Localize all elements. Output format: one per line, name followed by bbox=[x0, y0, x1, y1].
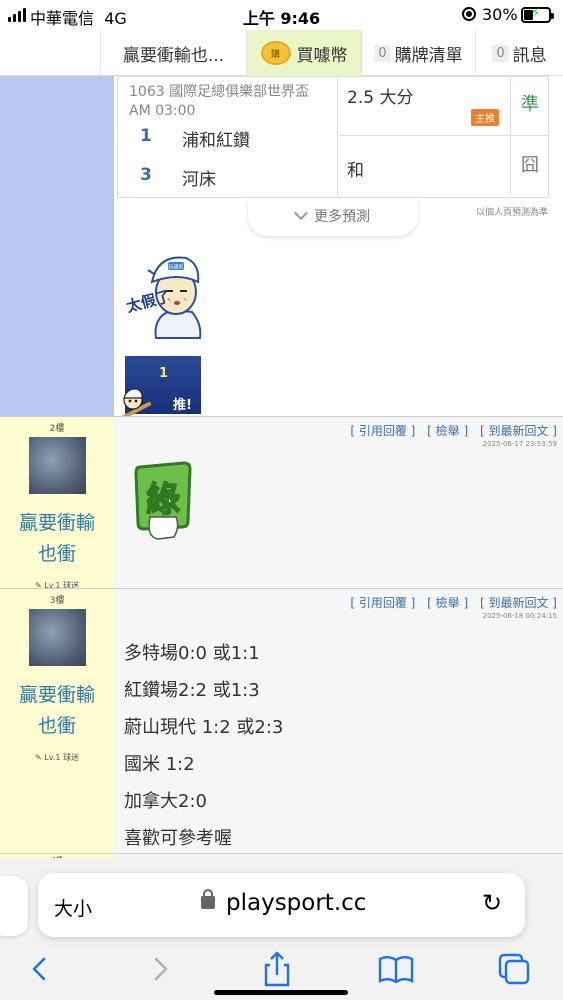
quote-reply-link[interactable]: [ 引用回覆 ] bbox=[350, 424, 415, 438]
text-size-button[interactable]: 大小 bbox=[54, 894, 92, 921]
tab-user[interactable]: 贏要衝輸也... bbox=[100, 30, 246, 76]
address-bar[interactable]: 大小 playsport.cc ↻ bbox=[38, 873, 525, 937]
post-line: 蔚山現代 1:2 或2:3 bbox=[124, 717, 284, 738]
tab-shopping-list[interactable]: 0 購牌清單 bbox=[361, 30, 475, 76]
tabs-icon[interactable] bbox=[494, 951, 534, 987]
share-icon[interactable] bbox=[257, 951, 297, 987]
shopping-count-badge: 0 bbox=[374, 44, 391, 62]
user-level: ✎ Lv.1 球迷 bbox=[35, 753, 79, 762]
post-line: 喜歡可參考喔 bbox=[124, 828, 232, 849]
bookmarks-icon[interactable] bbox=[376, 951, 416, 987]
messages-count-badge: 0 bbox=[492, 44, 509, 62]
orientation-lock-icon bbox=[462, 7, 476, 21]
previous-tab-card[interactable] bbox=[0, 876, 28, 936]
clock: 上午 9:46 bbox=[242, 9, 321, 28]
tab-user-label: 贏要衝輸也... bbox=[122, 45, 225, 66]
post-body: [ 引用回覆 ] [ 檢舉 ] [ 到最新回文 ] 2025-06-17 23:… bbox=[114, 417, 563, 588]
shopping-list-label: 購牌清單 bbox=[394, 45, 463, 66]
pick-result: 囧 bbox=[510, 136, 549, 195]
cap-badge-text: 玩運彩 bbox=[168, 264, 183, 271]
main-pick-badge: 主推 bbox=[471, 109, 499, 126]
team-row: 3 河床 bbox=[118, 161, 338, 191]
team-rank: 3 bbox=[140, 165, 152, 185]
chevron-down-icon bbox=[293, 205, 309, 221]
buy-coins-label: 買噱幣 bbox=[296, 45, 348, 66]
pick-result: 準 bbox=[510, 77, 549, 136]
tab-buy-coins[interactable]: 購 買噱幣 bbox=[246, 30, 361, 76]
reload-icon[interactable]: ↻ bbox=[482, 889, 502, 917]
messages-label: 訊息 bbox=[512, 45, 547, 66]
team-name: 浦和紅鑽 bbox=[182, 131, 250, 151]
post-line: 多特場0:0 或1:1 bbox=[124, 643, 260, 664]
team-name: 河床 bbox=[182, 170, 216, 190]
latest-reply-link[interactable]: [ 到最新回文 ] bbox=[480, 424, 557, 438]
cartoon-sticker: 玩運彩 太假了 bbox=[124, 256, 202, 339]
quote-reply-link[interactable]: [ 引用回覆 ] bbox=[350, 596, 415, 610]
sticker-text: 綠 bbox=[146, 480, 180, 520]
latest-reply-link[interactable]: [ 到最新回文 ] bbox=[480, 596, 557, 610]
post-actions: [ 引用回覆 ] [ 檢舉 ] [ 到最新回文 ] bbox=[342, 594, 557, 611]
author-panel bbox=[0, 76, 114, 416]
post-timestamp: 2025-06-17 23:53:59 bbox=[482, 440, 557, 448]
username[interactable]: 贏要衝輸 也衝 bbox=[0, 508, 114, 570]
lock-icon bbox=[201, 889, 215, 909]
battery-icon: ⚡ bbox=[521, 6, 554, 23]
prediction-note: 以個人頁預測為準 bbox=[476, 208, 549, 218]
forward-icon[interactable] bbox=[140, 951, 180, 987]
tab-messages[interactable]: 0 訊息 bbox=[475, 30, 563, 76]
avatar[interactable] bbox=[28, 437, 86, 494]
back-icon[interactable] bbox=[20, 951, 60, 987]
pick-label: 2.5 大分 bbox=[347, 88, 414, 108]
pick-cell: 和 bbox=[339, 136, 509, 195]
team-rank: 1 bbox=[140, 126, 152, 146]
top-nav: 贏要衝輸也... 購 買噱幣 0 購牌清單 0 訊息 bbox=[0, 30, 563, 76]
match-info: 1063 國際足總俱樂部世界盃 AM 03:00 1 浦和紅鑽 3 河床 bbox=[118, 77, 338, 197]
pick-label: 和 bbox=[347, 161, 364, 181]
post-actions: [ 引用回覆 ] [ 檢舉 ] [ 到最新回文 ] bbox=[342, 422, 557, 439]
push-button[interactable]: 1 推! bbox=[120, 356, 201, 420]
avatar[interactable] bbox=[28, 609, 86, 666]
push-count: 1 bbox=[159, 366, 169, 381]
post-body: [ 引用回覆 ] [ 檢舉 ] [ 到最新回文 ] 2025-06-18 00:… bbox=[114, 589, 563, 853]
floor-number: 3樓 bbox=[49, 596, 65, 606]
battery-percent: 30% bbox=[482, 5, 518, 24]
team-row: 1 浦和紅鑽 bbox=[118, 122, 338, 152]
floor-number: 2樓 bbox=[49, 424, 65, 434]
game-info: 1063 國際足總俱樂部世界盃 AM 03:00 bbox=[129, 84, 310, 119]
more-predictions-label: 更多預測 bbox=[314, 209, 370, 225]
report-link[interactable]: [ 檢舉 ] bbox=[427, 596, 468, 610]
push-label: 推! bbox=[173, 398, 192, 413]
post-line: 加拿大2:0 bbox=[124, 791, 207, 812]
browser-toolbar bbox=[0, 945, 563, 995]
coin-icon: 購 bbox=[260, 41, 291, 65]
post-timestamp: 2025-06-18 00:24:15 bbox=[482, 612, 557, 620]
pencil-icon: ✎ bbox=[35, 753, 42, 762]
green-sticker: 綠 bbox=[134, 461, 192, 540]
baseball-kid-icon bbox=[120, 388, 151, 420]
more-predictions-button[interactable]: 更多預測 bbox=[248, 198, 418, 236]
prediction-card: 1063 國際足總俱樂部世界盃 AM 03:00 1 浦和紅鑽 3 河床 2.5… bbox=[117, 76, 549, 198]
report-link[interactable]: [ 檢舉 ] bbox=[427, 424, 468, 438]
post-author: 2樓 贏要衝輸 也衝 ✎ Lv.1 球迷 bbox=[0, 417, 114, 590]
post-line: 國米 1:2 bbox=[124, 754, 195, 775]
post-author: 3樓 贏要衝輸 也衝 ✎ Lv.1 球迷 bbox=[0, 589, 114, 853]
pick-cell: 2.5 大分 主推 bbox=[339, 77, 509, 136]
status-bar: 中華電信 4G 上午 9:46 30% ⚡ bbox=[0, 0, 563, 30]
post-content: 多特場0:0 或1:1 紅鑽場2:2 或1:3 蔚山現代 1:2 或2:3 國米… bbox=[124, 635, 283, 857]
url-text[interactable]: playsport.cc bbox=[226, 890, 366, 916]
post-line: 紅鑽場2:2 或1:3 bbox=[124, 680, 260, 701]
username[interactable]: 贏要衝輸 也衝 bbox=[0, 680, 114, 742]
home-indicator bbox=[214, 990, 348, 995]
